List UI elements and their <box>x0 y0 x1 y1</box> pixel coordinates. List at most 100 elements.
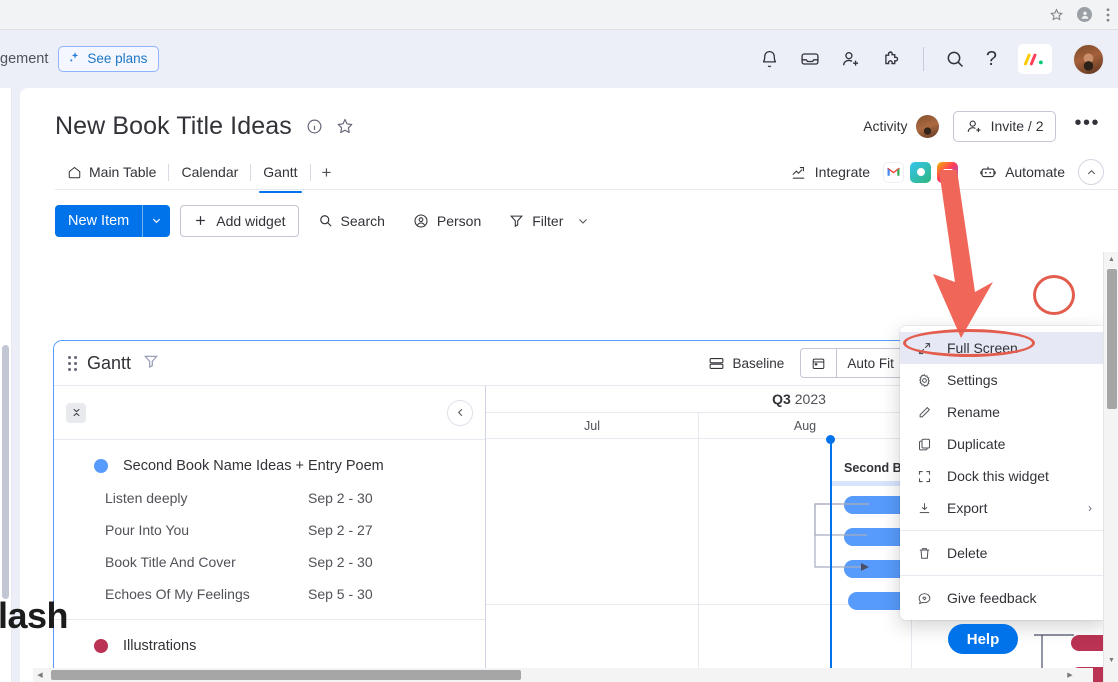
gmail-icon[interactable] <box>883 161 905 183</box>
tab-main-table[interactable]: Main Table <box>55 156 168 188</box>
gantt-widget-title: Gantt <box>87 352 132 373</box>
autofit-group: Auto Fit <box>800 348 905 378</box>
horizontal-scroll-thumb[interactable] <box>51 670 521 680</box>
autofit-button[interactable]: Auto Fit <box>836 349 904 377</box>
drag-handle-icon[interactable] <box>68 355 77 371</box>
menu-item-export[interactable]: Export › <box>900 492 1108 524</box>
monday-logo[interactable] <box>1018 44 1052 74</box>
download-icon <box>916 501 933 516</box>
left-rail <box>0 88 20 682</box>
chevron-down-icon[interactable] <box>142 204 170 237</box>
search-button[interactable]: Search <box>309 205 394 237</box>
task-row[interactable]: Book Title And Cover Sep 2 - 30 <box>54 546 485 578</box>
star-outline-icon[interactable] <box>336 117 354 135</box>
invite-member-icon[interactable] <box>841 49 861 69</box>
profile-icon[interactable] <box>1077 7 1092 22</box>
filter-button[interactable]: Filter <box>500 205 598 237</box>
funnel-icon <box>510 215 524 228</box>
menu-item-duplicate[interactable]: Duplicate <box>900 428 1108 460</box>
horizontal-scrollbar[interactable]: ◀ ▶ <box>33 668 1093 682</box>
scroll-left-arrow[interactable]: ◀ <box>33 668 47 682</box>
vertical-scrollbar[interactable]: ▲ ▼ <box>1103 252 1118 682</box>
group-color-dot <box>94 459 108 473</box>
baseline-icon <box>709 357 723 369</box>
invite-button[interactable]: Invite / 2 <box>952 110 1057 142</box>
add-widget-button[interactable]: Add widget <box>180 204 299 237</box>
board-header: New Book Title Ideas Activity Invite / 2… <box>55 106 1104 146</box>
browser-toolbar <box>0 0 1118 30</box>
menu-item-give-feedback[interactable]: Give feedback <box>900 582 1108 614</box>
task-row[interactable]: Listen deeply Sep 2 - 30 <box>54 482 485 514</box>
vertical-scroll-thumb[interactable] <box>1107 269 1117 409</box>
pencil-icon <box>916 405 933 420</box>
new-item-label: New Item <box>68 212 130 229</box>
quarter-label: Q3 <box>772 391 791 407</box>
menu-item-rename[interactable]: Rename <box>900 396 1108 428</box>
gantt-group-header[interactable]: Illustrations <box>54 630 485 662</box>
collapse-rows-icon[interactable] <box>66 402 86 423</box>
automate-button[interactable]: Automate <box>979 163 1065 181</box>
menu-item-label: Settings <box>947 372 998 388</box>
task-name: Pour Into You <box>105 522 190 538</box>
new-item-button[interactable]: New Item <box>55 204 171 237</box>
timeline-month[interactable]: Aug <box>699 413 912 438</box>
dependency-connector <box>814 503 869 571</box>
see-plans-button[interactable]: See plans <box>58 46 160 72</box>
page-title: New Book Title Ideas <box>55 111 292 140</box>
left-rail-scrollbar[interactable] <box>2 345 9 599</box>
chevron-up-icon[interactable] <box>1078 159 1104 185</box>
today-marker-dot <box>826 435 835 444</box>
scroll-down-arrow[interactable]: ▼ <box>1104 653 1118 668</box>
notification-bell-icon[interactable] <box>760 50 779 69</box>
user-avatar[interactable] <box>1073 43 1104 75</box>
person-filter-button[interactable]: Person <box>404 205 490 237</box>
search-icon[interactable] <box>945 49 965 69</box>
circle-app-icon[interactable] <box>910 161 932 183</box>
menu-item-delete[interactable]: Delete <box>900 537 1108 569</box>
robot-icon <box>980 166 996 178</box>
inbox-icon[interactable] <box>800 49 820 69</box>
add-widget-label: Add widget <box>216 212 286 229</box>
home-icon <box>68 166 81 178</box>
info-icon[interactable] <box>306 118 323 135</box>
scroll-up-arrow[interactable]: ▲ <box>1104 252 1118 267</box>
timeline-month[interactable]: Jul <box>486 413 699 438</box>
integrate-button[interactable]: Integrate <box>790 164 870 181</box>
help-button[interactable]: Help <box>948 624 1018 654</box>
filter-label: Filter <box>532 212 564 229</box>
baseline-label: Baseline <box>732 355 785 371</box>
task-row[interactable]: Pour Into You Sep 2 - 27 <box>54 514 485 546</box>
integrate-label: Integrate <box>814 164 871 180</box>
avatar[interactable] <box>915 114 939 138</box>
automate-label: Automate <box>1005 164 1065 180</box>
integrate-icon <box>792 166 804 179</box>
colorful-app-icon[interactable] <box>937 161 959 183</box>
apps-puzzle-icon[interactable] <box>882 49 902 69</box>
tab-calendar[interactable]: Calendar <box>169 156 250 188</box>
tab-gantt[interactable]: Gantt <box>251 156 309 193</box>
activity-button[interactable]: Activity <box>863 114 939 138</box>
baseline-button[interactable]: Baseline <box>702 348 791 378</box>
annotation-ellipse-more-button <box>1033 275 1075 315</box>
task-name: Echoes Of My Feelings <box>105 586 250 602</box>
trash-icon <box>916 546 933 561</box>
funnel-icon[interactable] <box>143 353 159 374</box>
board-header-actions: Activity Invite / 2 ••• <box>863 110 1104 142</box>
task-row[interactable]: Echoes Of My Feelings Sep 5 - 30 <box>54 578 485 610</box>
grid-line <box>698 439 699 682</box>
star-icon[interactable] <box>1050 8 1063 21</box>
calendar-icon-button[interactable] <box>801 349 836 377</box>
menu-item-dock-widget[interactable]: Dock this widget <box>900 460 1108 492</box>
widget-context-menu: Full Screen Settings Rename Duplicate Do… <box>900 326 1108 620</box>
task-date: Sep 5 - 30 <box>308 586 373 602</box>
search-icon <box>319 215 332 227</box>
kebab-menu-icon[interactable] <box>1106 7 1110 22</box>
help-question-icon[interactable]: ? <box>986 48 997 71</box>
scroll-right-arrow[interactable]: ▶ <box>1063 668 1077 682</box>
gantt-group-header[interactable]: Second Book Name Ideas + Entry Poem <box>54 450 485 482</box>
add-view-button[interactable]: + <box>311 164 343 181</box>
chevron-left-icon[interactable] <box>447 399 473 426</box>
menu-item-settings[interactable]: Settings <box>900 364 1108 396</box>
tab-label: Main Table <box>89 164 157 180</box>
board-more-button[interactable]: ••• <box>1070 111 1104 141</box>
